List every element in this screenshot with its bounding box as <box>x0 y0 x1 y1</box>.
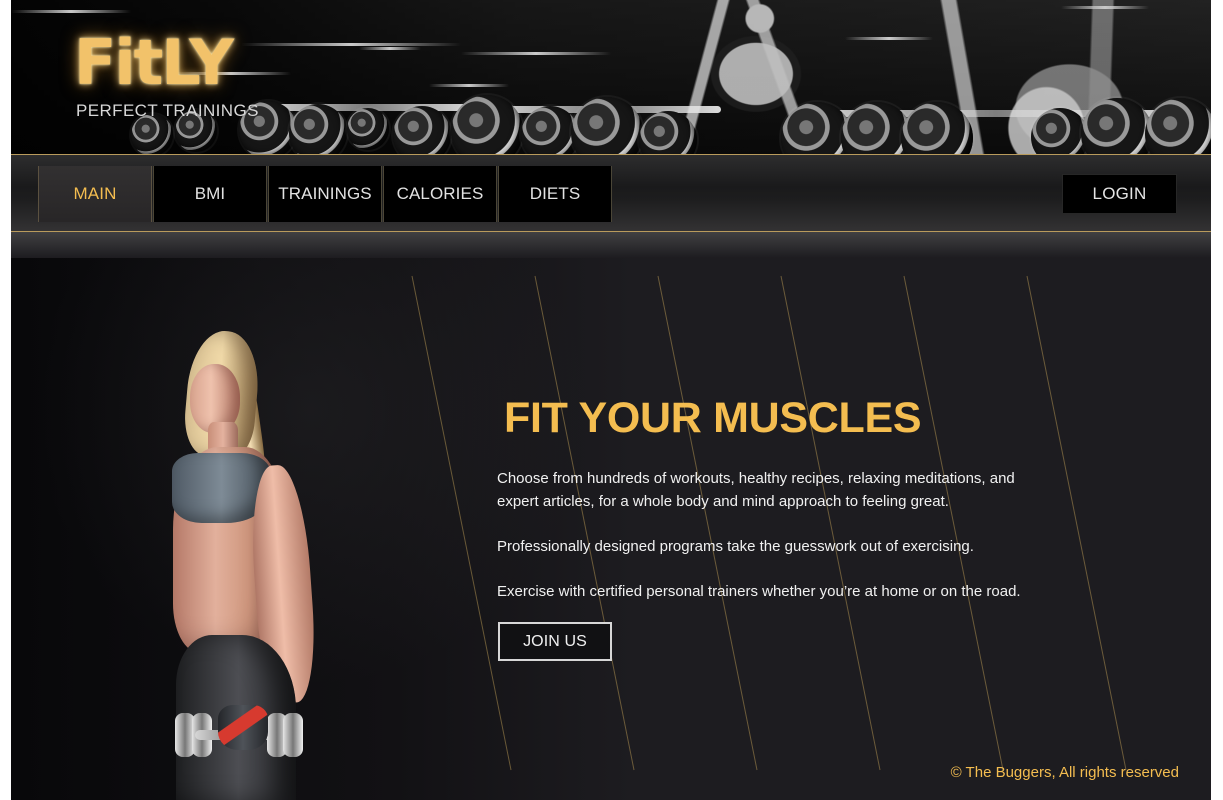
banner-light-line <box>845 37 933 40</box>
dumbbell-plate <box>571 97 643 154</box>
fitly-logo[interactable]: FitLY PERFECT TRAININGS <box>74 30 258 126</box>
banner-light-line <box>461 52 611 55</box>
dumbbell-plate <box>347 108 389 150</box>
hero-paragraph: Professionally designed programs take th… <box>497 538 974 555</box>
dumbbell-plate <box>639 111 697 154</box>
hero-paragraph: Choose from hundreds of workouts, health… <box>497 470 1015 510</box>
navigation-tabs: MAIN BMI TRAININGS CALORIES DIETS <box>38 166 613 222</box>
dumbbell-plate <box>451 95 523 154</box>
dumbbell-plate <box>289 104 347 154</box>
dumbbell-plate <box>1145 98 1211 154</box>
banner-light-line <box>11 10 131 13</box>
dumbbell-plate <box>393 106 451 154</box>
banner-light-line <box>241 43 461 46</box>
fitly-website: FitLY PERFECT TRAININGS MAIN BMI TRAININ… <box>11 0 1211 800</box>
dumbbell-plate <box>1081 98 1153 154</box>
fitness-glove <box>218 705 268 750</box>
login-button[interactable]: LOGIN <box>1062 174 1177 214</box>
fitness-woman-image <box>161 328 327 800</box>
copyright-text: © The Buggers, All rights reserved <box>950 764 1179 781</box>
main-content: FIT YOUR MUSCLES Choose from hundreds of… <box>11 258 1211 800</box>
page-title: FIT YOUR MUSCLES <box>504 394 922 442</box>
logo-title[interactable]: FitLY <box>74 30 234 96</box>
navigation-shadow <box>11 232 1211 258</box>
hero-paragraph: Exercise with certified personal trainer… <box>497 583 1021 600</box>
page: FitLY PERFECT TRAININGS MAIN BMI TRAININ… <box>0 0 1223 800</box>
join-us-button[interactable]: JOIN US <box>498 622 612 661</box>
banner-light-line <box>359 47 421 50</box>
dumbbell-plate <box>901 102 973 154</box>
dumbbell-right-plate <box>283 713 303 757</box>
tab-main[interactable]: MAIN <box>38 166 152 222</box>
gym-banner: FitLY PERFECT TRAININGS <box>11 0 1211 154</box>
tab-bmi[interactable]: BMI <box>153 166 267 222</box>
hero-description: Choose from hundreds of workouts, health… <box>497 467 1052 625</box>
tab-diets[interactable]: DIETS <box>498 166 612 222</box>
logo-tagline: PERFECT TRAININGS <box>76 101 259 120</box>
tab-calories[interactable]: CALORIES <box>383 166 497 222</box>
tab-trainings[interactable]: TRAININGS <box>268 166 382 222</box>
